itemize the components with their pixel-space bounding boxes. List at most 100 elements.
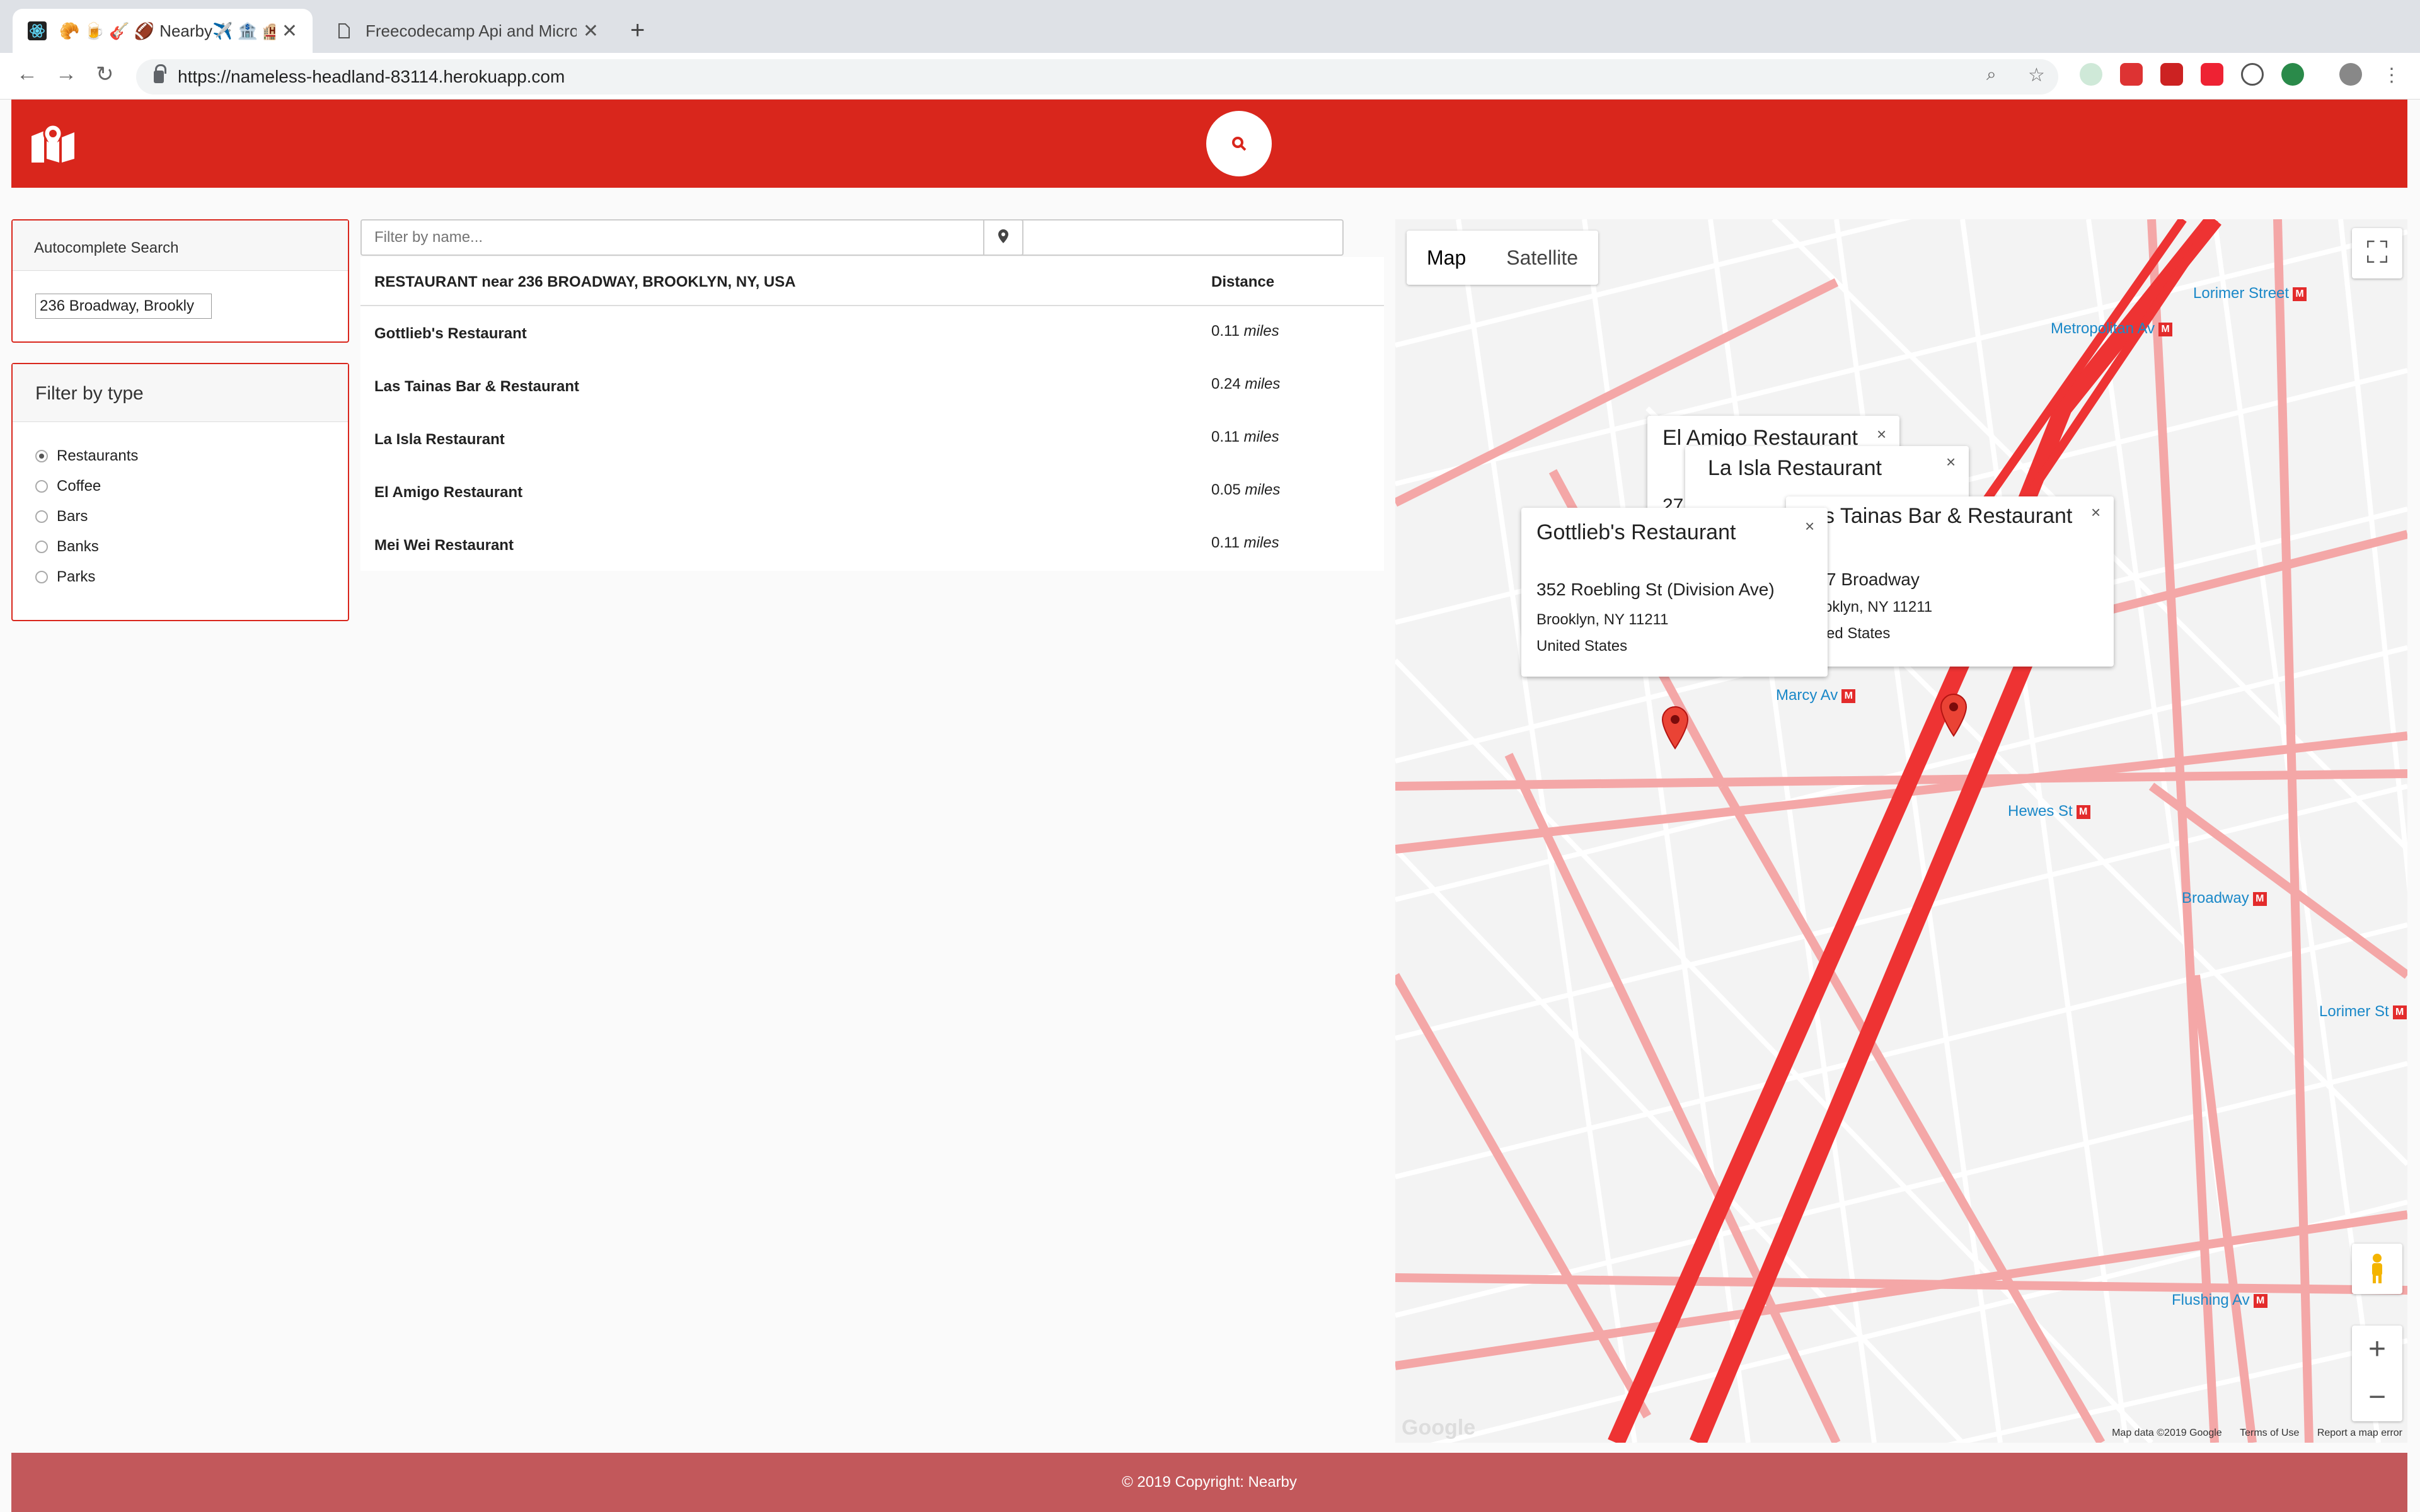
extension-icon[interactable]: [2080, 63, 2102, 86]
station-label: Metropolitan Av M: [2051, 320, 2172, 338]
locate-button[interactable]: [983, 219, 1023, 256]
map-type-toggle: Map Satellite: [1407, 231, 1599, 285]
infowindow-city: Brooklyn, NY 11211: [1536, 611, 1669, 628]
bookmark-star-icon[interactable]: ☆: [2028, 64, 2045, 86]
type-option-restaurants[interactable]: Restaurants: [35, 447, 138, 465]
profile-avatar[interactable]: [2339, 63, 2362, 86]
browser-tab-strip: 🥐 🍺 🎸 🏈 Nearby✈️ 🏦 🏨 🏫 ✕ Freecodecamp Ap…: [0, 0, 2420, 53]
zoom-in-button[interactable]: +: [2368, 1326, 2386, 1373]
table-row[interactable]: Gottlieb's Restaurant 0.11 miles: [360, 306, 1384, 359]
type-option-coffee[interactable]: Coffee: [35, 478, 101, 495]
menu-kebab-icon[interactable]: ⋮: [2382, 64, 2401, 86]
close-infowindow-icon[interactable]: ×: [1946, 452, 1956, 472]
autocomplete-card: Autocomplete Search: [11, 219, 349, 343]
report-map-error-link[interactable]: Report a map error: [2317, 1428, 2402, 1438]
infowindow-country: United States: [1536, 638, 1628, 655]
distance-value: 0.11 miles: [1211, 534, 1279, 551]
app-header: [11, 100, 2407, 188]
type-label: Bars: [57, 508, 88, 525]
filter-type-card: Filter by type Restaurants Coffee Bars B…: [11, 363, 349, 621]
infowindow-country: ed States: [1826, 625, 1891, 642]
restaurant-name: La Isla Restaurant: [374, 431, 505, 448]
new-tab-button[interactable]: +: [630, 16, 645, 45]
close-infowindow-icon[interactable]: ×: [1877, 425, 1886, 444]
restaurant-name: Mei Wei Restaurant: [374, 537, 514, 554]
autocomplete-input[interactable]: [35, 294, 212, 319]
reload-icon[interactable]: ↻: [96, 62, 114, 87]
map-type-satellite[interactable]: Satellite: [1486, 231, 1598, 285]
map-marker-logo-icon[interactable]: [30, 123, 76, 164]
station-label: Flushing Av M: [2172, 1292, 2267, 1309]
table-row[interactable]: El Amigo Restaurant 0.05 miles: [360, 465, 1384, 518]
type-option-banks[interactable]: Banks: [35, 538, 99, 556]
close-infowindow-icon[interactable]: ×: [1805, 517, 1814, 536]
distance-header: Distance: [1211, 273, 1275, 290]
zoom-out-button[interactable]: −: [2368, 1373, 2386, 1421]
station-label: Hewes St M: [2008, 803, 2090, 820]
results-heading: RESTAURANT near 236 BROADWAY, BROOKLYN, …: [374, 273, 796, 290]
filter-by-name-box: [360, 219, 1345, 256]
fullscreen-icon[interactable]: ⛶: [2352, 228, 2402, 278]
lock-icon: [154, 64, 166, 83]
infowindow-address: 7 Broadway: [1826, 570, 1920, 589]
map-type-map[interactable]: Map: [1407, 231, 1486, 285]
street-view-pegman-icon[interactable]: [2352, 1244, 2402, 1294]
back-icon[interactable]: ←: [16, 62, 38, 86]
url-text: https://nameless-headland-83114.herokuap…: [178, 67, 565, 86]
extension-icon[interactable]: [2281, 63, 2304, 86]
document-icon: [334, 21, 353, 40]
radio[interactable]: [35, 541, 48, 553]
station-label: Lorimer St M: [2319, 1003, 2407, 1021]
restaurant-name: Gottlieb's Restaurant: [374, 325, 527, 342]
table-row[interactable]: La Isla Restaurant 0.11 miles: [360, 412, 1384, 465]
map-streets: [1395, 219, 2407, 1443]
type-option-bars[interactable]: Bars: [35, 508, 88, 525]
address-bar-row: ← → ↻ https://nameless-headland-83114.he…: [0, 53, 2420, 100]
station-label: Lorimer Street M: [2193, 285, 2307, 302]
distance-value: 0.24 miles: [1211, 375, 1281, 392]
terms-link[interactable]: Terms of Use: [2240, 1428, 2299, 1438]
extension-icon[interactable]: [2241, 63, 2264, 86]
results-header: RESTAURANT near 236 BROADWAY, BROOKLYN, …: [360, 257, 1384, 306]
station-label: Broadway M: [2182, 890, 2267, 907]
map-marker-icon[interactable]: [1661, 706, 1689, 750]
map-view[interactable]: Map Satellite ⛶ Lorimer Street M Metropol…: [1395, 219, 2407, 1443]
restaurant-name: El Amigo Restaurant: [374, 484, 523, 501]
radio[interactable]: [35, 510, 48, 523]
table-row[interactable]: Las Tainas Bar & Restaurant 0.24 miles: [360, 359, 1384, 412]
infowindow-title: s Tainas Bar & Restaurant: [1824, 504, 2073, 528]
search-icon: [1232, 137, 1247, 151]
tab-freecodecamp[interactable]: Freecodecamp Api and Micros ✕: [321, 9, 611, 53]
close-infowindow-icon[interactable]: ×: [2091, 503, 2100, 522]
url-field[interactable]: https://nameless-headland-83114.herokuap…: [136, 59, 2058, 94]
type-label: Coffee: [57, 478, 101, 495]
extension-icon[interactable]: [2120, 63, 2143, 86]
filter-by-name-input[interactable]: [362, 220, 1345, 255]
type-option-parks[interactable]: Parks: [35, 568, 95, 586]
close-tab-icon[interactable]: ✕: [583, 20, 599, 42]
tab-title: Nearby✈️ 🏦 🏨 🏫: [159, 21, 275, 40]
infowindow-gottlieb: Gottlieb's Restaurant × 352 Roebling St …: [1521, 508, 1828, 677]
react-favicon-icon: [28, 21, 47, 40]
zoom-controls: + −: [2352, 1326, 2402, 1421]
radio-selected[interactable]: [35, 450, 48, 462]
tab-title: Freecodecamp Api and Micros: [366, 21, 577, 40]
restaurant-name: Las Tainas Bar & Restaurant: [374, 378, 579, 395]
close-tab-icon[interactable]: ✕: [282, 20, 297, 42]
search-button[interactable]: [1206, 111, 1272, 176]
station-label: Marcy Av M: [1776, 687, 1856, 704]
map-pin-icon: [998, 229, 1008, 243]
map-marker-icon[interactable]: [1940, 693, 1968, 737]
type-label: Restaurants: [57, 447, 139, 464]
forward-icon[interactable]: →: [55, 62, 77, 86]
radio[interactable]: [35, 480, 48, 493]
infowindow-title: Gottlieb's Restaurant: [1536, 520, 1736, 544]
type-label: Banks: [57, 538, 99, 555]
distance-value: 0.05 miles: [1211, 481, 1281, 498]
tab-nearby[interactable]: 🥐 🍺 🎸 🏈 Nearby✈️ 🏦 🏨 🏫 ✕: [13, 9, 313, 53]
extension-icon[interactable]: [2160, 63, 2183, 86]
zoom-icon[interactable]: ⌕: [1986, 64, 1997, 85]
table-row[interactable]: Mei Wei Restaurant 0.11 miles: [360, 518, 1384, 571]
extension-icon[interactable]: [2201, 63, 2223, 86]
radio[interactable]: [35, 571, 48, 583]
